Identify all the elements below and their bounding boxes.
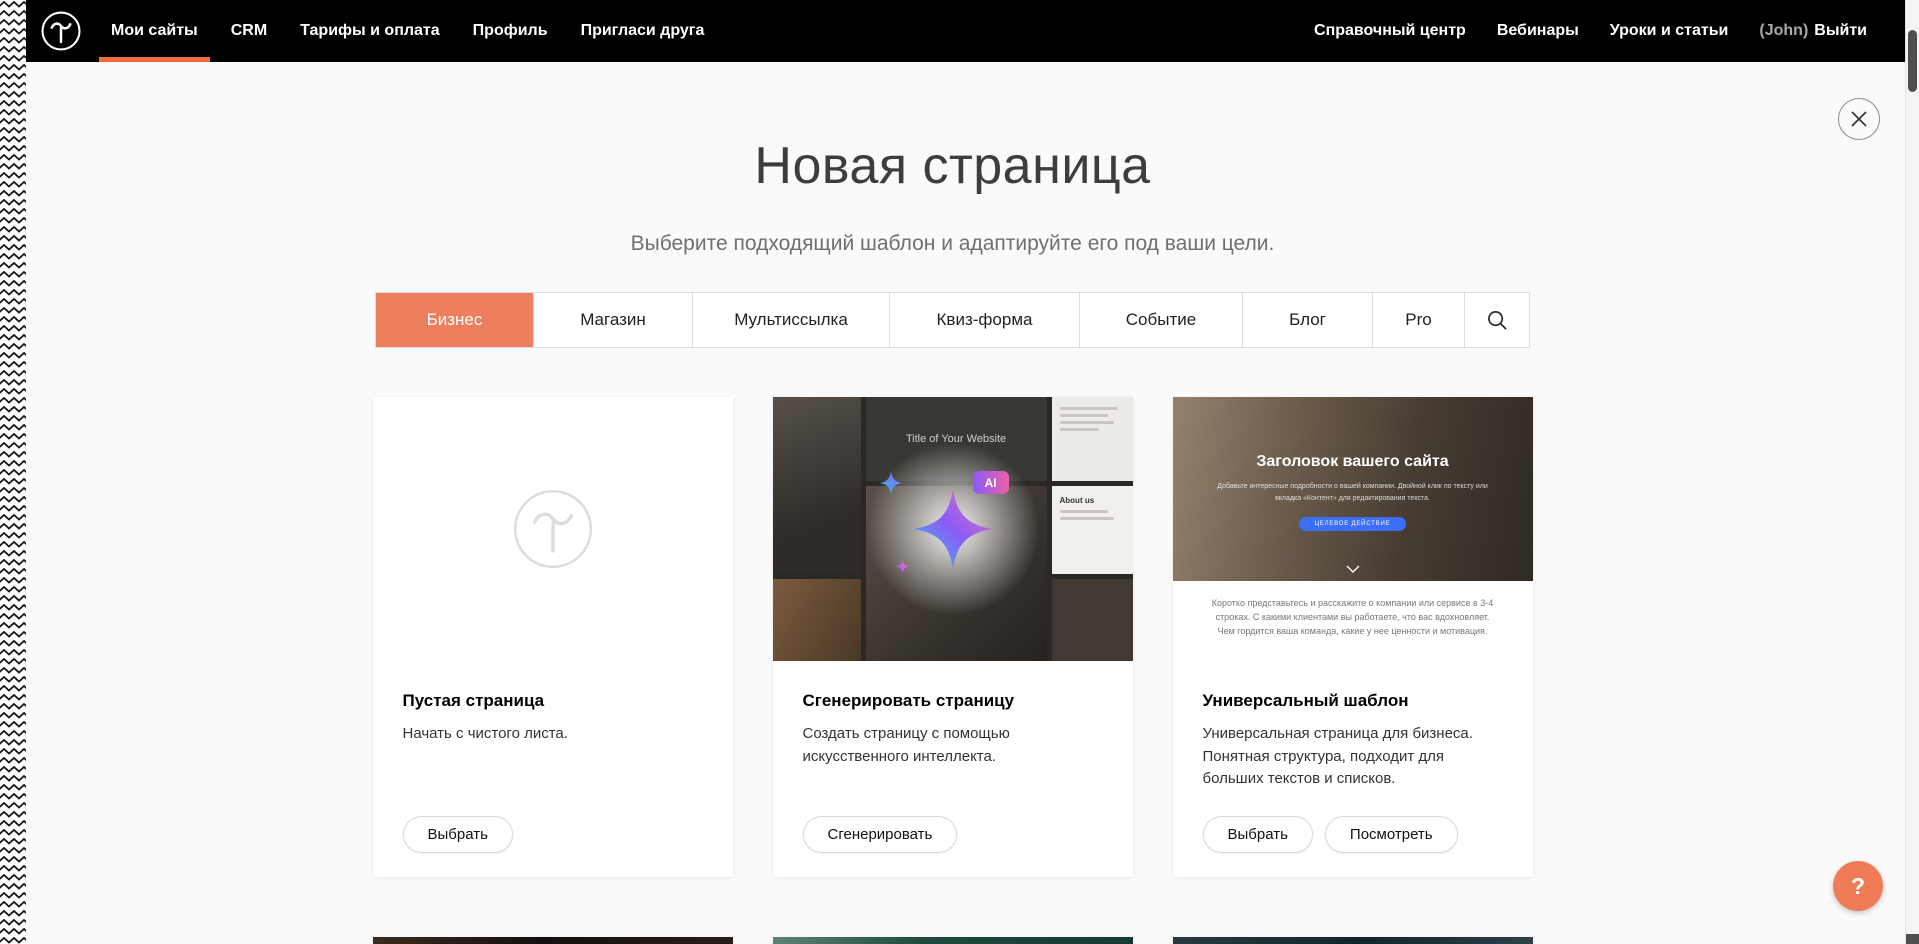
tilda-logo-icon[interactable] — [40, 10, 82, 52]
card-title: Пустая страница — [403, 691, 703, 711]
template-cover-photo: Заголовок вашего сайта Добавьте интересн… — [1173, 397, 1533, 581]
nav-invite-friend[interactable]: Пригласи друга — [581, 0, 705, 62]
card-body: Сгенерировать страницу Создать страницу … — [773, 661, 1133, 877]
card-actions: Выбрать — [403, 816, 703, 853]
template-card-partial[interactable] — [1173, 937, 1533, 944]
nav-profile[interactable]: Профиль — [473, 0, 548, 62]
select-blank-button[interactable]: Выбрать — [403, 816, 513, 853]
nav-user-logout[interactable]: (John) Выйти — [1759, 0, 1867, 62]
template-card-partial[interactable] — [373, 937, 733, 944]
close-icon — [1850, 110, 1868, 128]
select-template-button[interactable]: Выбрать — [1203, 816, 1313, 853]
template-body-strip: Коротко представьтесь и расскажите о ком… — [1173, 581, 1533, 661]
nav-tariffs[interactable]: Тарифы и оплата — [300, 0, 440, 62]
page-title: Новая страница — [0, 136, 1905, 196]
close-button[interactable] — [1838, 98, 1880, 140]
page-subtitle: Выберите подходящий шаблон и адаптируйте… — [0, 232, 1905, 256]
tab-quiz-form[interactable]: Квиз-форма — [890, 293, 1080, 347]
main-navigation: Мои сайты CRM Тарифы и оплата Профиль Пр… — [111, 0, 704, 62]
card-body: Универсальный шаблон Универсальная стран… — [1173, 661, 1533, 877]
scrollbar[interactable] — [1905, 0, 1919, 944]
ai-sparkle-small-icon — [895, 559, 910, 574]
tab-blog[interactable]: Блог — [1243, 293, 1373, 347]
tab-event[interactable]: Событие — [1080, 293, 1243, 347]
card-body: Пустая страница Начать с чистого листа. … — [373, 661, 733, 877]
template-cards-row-partial — [373, 937, 1533, 944]
chevron-down-icon — [1346, 565, 1360, 573]
card-title: Сгенерировать страницу — [803, 691, 1103, 711]
tab-multilink[interactable]: Мультиссылка — [693, 293, 890, 347]
template-preview: Заголовок вашего сайта Добавьте интересн… — [1173, 397, 1533, 661]
card-universal-template[interactable]: Заголовок вашего сайта Добавьте интересн… — [1173, 397, 1533, 877]
card-description: Начать с чистого листа. — [403, 723, 703, 746]
logout-label: Выйти — [1814, 22, 1867, 39]
scrollbar-thumb[interactable] — [1908, 30, 1917, 92]
card-blank-page[interactable]: Пустая страница Начать с чистого листа. … — [373, 397, 733, 877]
tab-search[interactable] — [1465, 293, 1529, 347]
top-navbar: Мои сайты CRM Тарифы и оплата Профиль Пр… — [0, 0, 1905, 62]
tab-business[interactable]: Бизнес — [376, 293, 534, 347]
card-description: Создать страницу с помощью искусственног… — [803, 723, 1103, 768]
nav-webinars[interactable]: Вебинары — [1497, 0, 1579, 62]
blank-preview — [373, 397, 733, 661]
tilda-watermark-icon — [511, 487, 595, 571]
help-button[interactable]: ? — [1833, 861, 1883, 911]
card-actions: Выбрать Посмотреть — [1203, 816, 1503, 853]
new-page-dialog: Новая страница Выберите подходящий шабло… — [0, 62, 1905, 944]
template-cards-row: Пустая страница Начать с чистого листа. … — [373, 397, 1533, 877]
generate-button[interactable]: Сгенерировать — [803, 816, 958, 853]
template-card-partial[interactable] — [773, 937, 1133, 944]
ai-preview-collage: Title of Your Website About us — [773, 397, 1133, 661]
scrollbar-corner — [1906, 934, 1919, 944]
card-actions: Сгенерировать — [803, 816, 1103, 853]
template-body-text: Коротко представьтесь и расскажите о ком… — [1207, 597, 1499, 639]
card-title: Универсальный шаблон — [1203, 691, 1503, 711]
view-template-button[interactable]: Посмотреть — [1325, 816, 1458, 853]
card-description: Универсальная страница для бизнеса. Поня… — [1203, 723, 1503, 791]
secondary-navigation: Справочный центр Вебинары Уроки и статьи… — [1314, 0, 1867, 62]
zigzag-border — [0, 0, 26, 944]
nav-lessons[interactable]: Уроки и статьи — [1610, 0, 1729, 62]
template-subtext: Добавьте интересные подробности о вашей … — [1215, 481, 1491, 505]
template-cta-button: Целевое действие — [1299, 517, 1407, 531]
nav-crm[interactable]: CRM — [231, 0, 267, 62]
nav-my-sites[interactable]: Мои сайты — [111, 0, 198, 62]
tab-shop[interactable]: Магазин — [534, 293, 693, 347]
search-icon — [1487, 310, 1508, 331]
ai-badge: AI — [973, 471, 1009, 494]
ai-sparkle-overlay: AI — [773, 397, 1133, 661]
ai-sparkle-icon — [911, 487, 995, 571]
ai-sparkle-small-icon — [879, 471, 903, 495]
template-heading: Заголовок вашего сайта — [1173, 453, 1533, 471]
card-ai-generate[interactable]: Title of Your Website About us — [773, 397, 1133, 877]
category-tabs: Бизнес Магазин Мультиссылка Квиз-форма С… — [375, 292, 1530, 348]
tab-pro[interactable]: Pro — [1373, 293, 1465, 347]
nav-help-center[interactable]: Справочный центр — [1314, 0, 1466, 62]
user-name: (John) — [1759, 22, 1808, 39]
